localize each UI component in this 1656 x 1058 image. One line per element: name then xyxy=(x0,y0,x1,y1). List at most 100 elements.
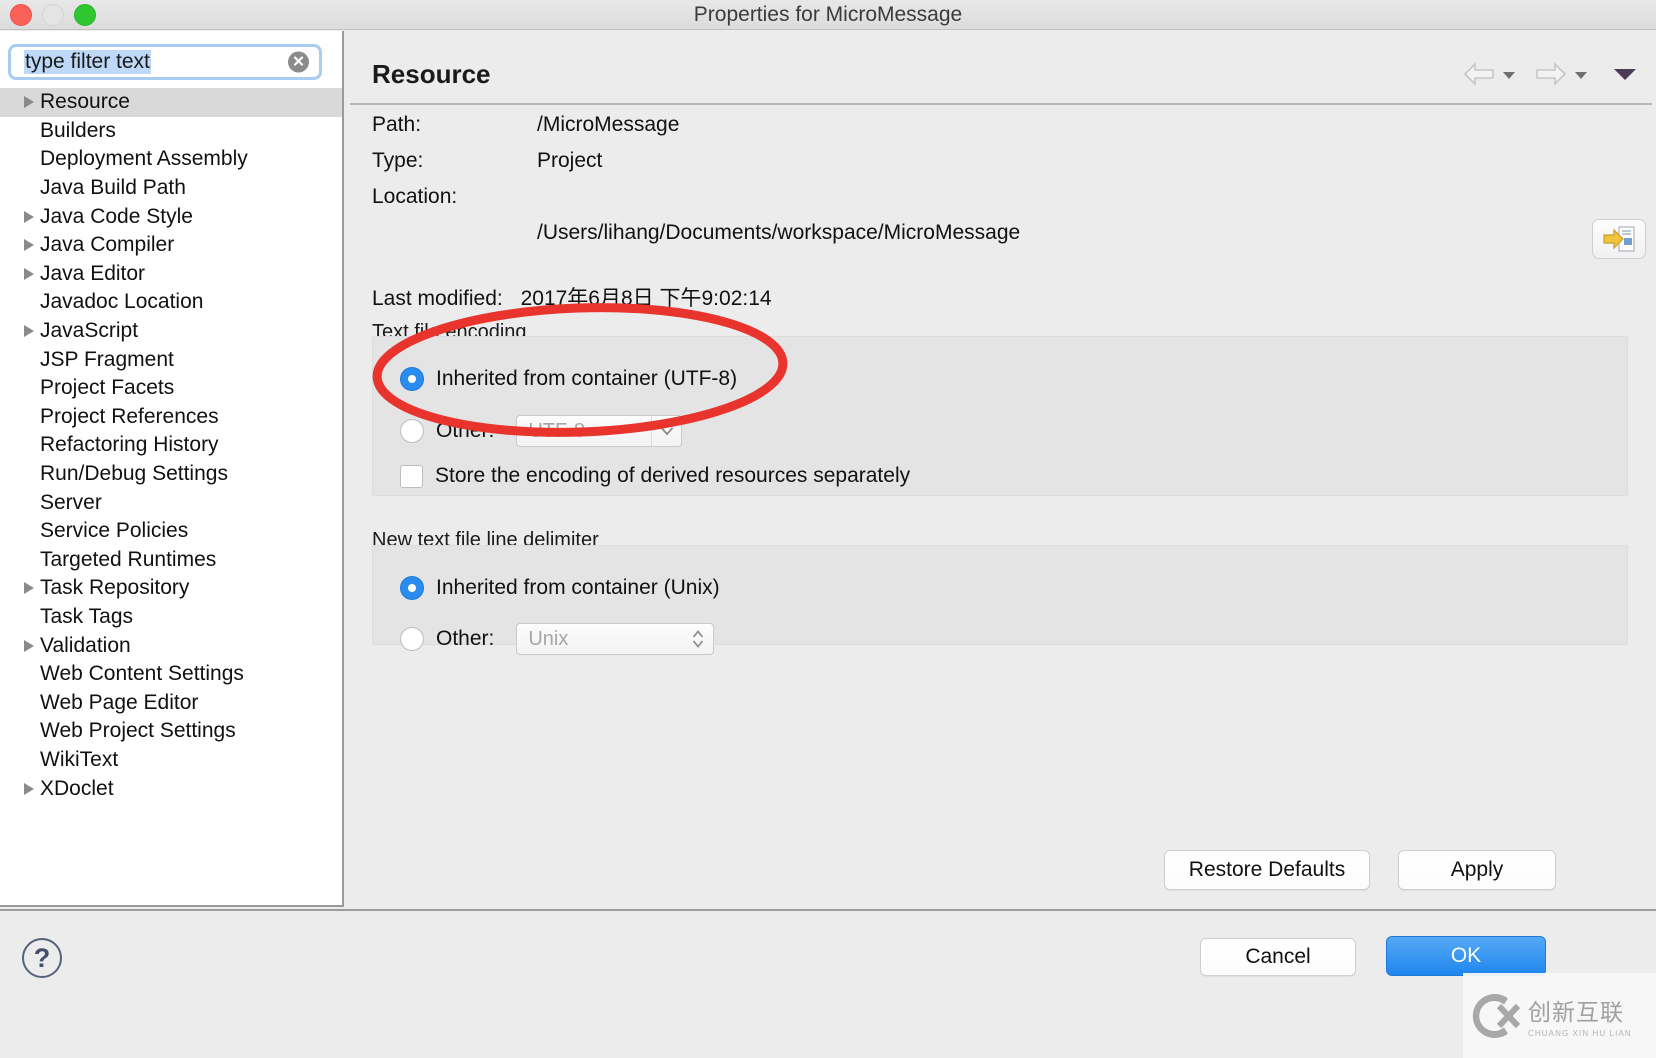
expand-triangle-icon[interactable] xyxy=(22,638,40,654)
sidebar-item-label: Java Build Path xyxy=(40,176,186,200)
sidebar-item-builders[interactable]: Builders xyxy=(0,117,342,146)
delimiter-other-combobox[interactable]: Unix xyxy=(516,623,715,655)
search-input[interactable]: type filter text ✕ xyxy=(8,44,322,80)
sidebar-item-java-compiler[interactable]: Java Compiler xyxy=(0,231,342,260)
help-question-icon[interactable]: ? xyxy=(22,938,62,978)
delimiter-other-radio[interactable] xyxy=(400,627,424,651)
type-value: Project xyxy=(537,149,603,172)
page-header: Resource xyxy=(350,43,1652,105)
sidebar-item-javadoc-location[interactable]: Javadoc Location xyxy=(0,288,342,317)
settings-tree[interactable]: Resource Builders Deployment Assembly Java … xyxy=(0,88,342,803)
ok-button[interactable]: OK xyxy=(1386,936,1546,976)
store-encoding-separately-label: Store the encoding of derived resources … xyxy=(435,464,911,487)
restore-defaults-button[interactable]: Restore Defaults xyxy=(1164,850,1370,890)
expand-triangle-icon[interactable] xyxy=(22,237,40,253)
sidebar-item-label: Validation xyxy=(40,633,131,657)
sidebar-item-xdoclet[interactable]: XDoclet xyxy=(0,774,342,803)
store-encoding-separately-checkbox[interactable] xyxy=(400,464,423,488)
expand-triangle-icon[interactable] xyxy=(22,94,40,110)
sidebar-item-refactoring-history[interactable]: Refactoring History xyxy=(0,431,342,460)
sidebar-item-deployment-assembly[interactable]: Deployment Assembly xyxy=(0,145,342,174)
sidebar-item-label: Web Page Editor xyxy=(40,690,199,714)
expand-triangle-icon[interactable] xyxy=(22,323,40,339)
sidebar-item-label: Targeted Runtimes xyxy=(40,547,217,571)
page-menu-chevron-down-icon[interactable] xyxy=(1612,66,1638,87)
forward-chevron-down-icon[interactable] xyxy=(1573,68,1589,86)
encoding-other-radio-row[interactable]: Other: UTF-8 xyxy=(400,415,683,447)
sidebar-item-label: Project Facets xyxy=(40,376,175,400)
settings-sidebar: type filter text ✕ Resource Builders Deplo… xyxy=(0,31,344,907)
delimiter-inherited-radio[interactable] xyxy=(400,576,424,600)
encoding-other-label: Other: xyxy=(436,419,495,442)
type-label: Type: xyxy=(372,149,424,172)
cancel-button[interactable]: Cancel xyxy=(1200,938,1356,976)
encoding-other-chevron-down-icon[interactable] xyxy=(651,416,681,446)
sidebar-item-web-project-settings[interactable]: Web Project Settings xyxy=(0,717,342,746)
properties-dialog: Properties for MicroMessage type filter … xyxy=(0,0,1656,1058)
sidebar-item-web-page-editor[interactable]: Web Page Editor xyxy=(0,688,342,717)
sidebar-item-resource[interactable]: Resource xyxy=(0,88,342,117)
reveal-in-file-manager-icon xyxy=(1603,226,1635,252)
last-modified-value: 2017年6月8日 下午9:02:14 xyxy=(520,287,772,310)
sidebar-item-java-editor[interactable]: Java Editor xyxy=(0,260,342,289)
sidebar-item-label: JavaScript xyxy=(40,319,139,343)
encoding-other-combobox[interactable]: UTF-8 xyxy=(516,415,683,447)
sidebar-item-validation[interactable]: Validation xyxy=(0,631,342,660)
delimiter-other-value: Unix xyxy=(528,627,569,650)
clear-search-icon[interactable]: ✕ xyxy=(288,51,309,73)
watermark-sub-text: CHUANG XIN HU LIAN xyxy=(1528,1029,1632,1038)
sidebar-item-service-policies[interactable]: Service Policies xyxy=(0,517,342,546)
path-label: Path: xyxy=(372,113,422,136)
watermark: 创新互联 CHUANG XIN HU LIAN xyxy=(1463,973,1656,1058)
delimiter-other-radio-row[interactable]: Other: Unix xyxy=(400,623,715,655)
sidebar-item-label: Run/Debug Settings xyxy=(40,462,228,486)
forward-arrow-icon[interactable] xyxy=(1534,61,1568,92)
location-label: Location: xyxy=(372,185,458,208)
encoding-inherited-radio-row[interactable]: Inherited from container (UTF-8) xyxy=(400,367,737,391)
sidebar-item-label: Web Project Settings xyxy=(40,719,236,743)
delimiter-inherited-radio-row[interactable]: Inherited from container (Unix) xyxy=(400,576,720,600)
watermark-main-text: 创新互联 xyxy=(1528,999,1624,1025)
watermark-text: 创新互联 CHUANG XIN HU LIAN xyxy=(1528,993,1632,1038)
sidebar-item-label: Resource xyxy=(40,90,130,114)
sidebar-item-java-code-style[interactable]: Java Code Style xyxy=(0,202,342,231)
back-chevron-down-icon[interactable] xyxy=(1501,68,1517,86)
sidebar-item-label: Server xyxy=(40,490,102,514)
sidebar-item-label: Deployment Assembly xyxy=(40,147,248,171)
expand-triangle-icon[interactable] xyxy=(22,266,40,282)
sidebar-item-label: Web Content Settings xyxy=(40,662,244,686)
sidebar-item-web-content-settings[interactable]: Web Content Settings xyxy=(0,660,342,689)
sidebar-item-run-debug-settings[interactable]: Run/Debug Settings xyxy=(0,460,342,489)
sidebar-item-wikitext[interactable]: WikiText xyxy=(0,746,342,775)
circled-x-logo-icon xyxy=(1472,993,1521,1038)
expand-triangle-icon[interactable] xyxy=(22,209,40,225)
delimiter-other-label: Other: xyxy=(436,627,495,650)
reveal-in-file-manager-button[interactable] xyxy=(1592,219,1646,259)
type-row: Type: Project xyxy=(372,149,1622,185)
sidebar-item-label: JSP Fragment xyxy=(40,347,174,371)
window-title: Properties for MicroMessage xyxy=(693,3,963,26)
page-title: Resource xyxy=(372,59,491,89)
store-encoding-separately-row[interactable]: Store the encoding of derived resources … xyxy=(400,464,910,488)
sidebar-item-label: Refactoring History xyxy=(40,433,219,457)
expand-triangle-icon[interactable] xyxy=(22,580,40,596)
encoding-inherited-radio[interactable] xyxy=(400,367,424,391)
sidebar-item-java-build-path[interactable]: Java Build Path xyxy=(0,174,342,203)
sidebar-item-targeted-runtimes[interactable]: Targeted Runtimes xyxy=(0,546,342,575)
expand-triangle-icon[interactable] xyxy=(22,781,40,797)
resource-info: Path: /MicroMessage Type: Project Locati… xyxy=(372,113,1622,251)
encoding-other-radio[interactable] xyxy=(400,419,424,443)
apply-button[interactable]: Apply xyxy=(1398,850,1556,890)
location-value-row: /Users/lihang/Documents/workspace/MicroM… xyxy=(372,221,1622,251)
back-arrow-icon[interactable] xyxy=(1462,61,1496,92)
sidebar-item-jsp-fragment[interactable]: JSP Fragment xyxy=(0,345,342,374)
filter-field-wrapper: type filter text ✕ xyxy=(8,44,322,80)
sidebar-item-javascript[interactable]: JavaScript xyxy=(0,317,342,346)
sidebar-item-task-tags[interactable]: Task Tags xyxy=(0,603,342,632)
sidebar-item-task-repository[interactable]: Task Repository xyxy=(0,574,342,603)
title-bar: Properties for MicroMessage xyxy=(0,0,1656,30)
sidebar-item-project-references[interactable]: Project References xyxy=(0,403,342,432)
sidebar-item-server[interactable]: Server xyxy=(0,488,342,517)
delimiter-other-stepper-updown-icon[interactable] xyxy=(683,624,713,654)
sidebar-item-project-facets[interactable]: Project Facets xyxy=(0,374,342,403)
